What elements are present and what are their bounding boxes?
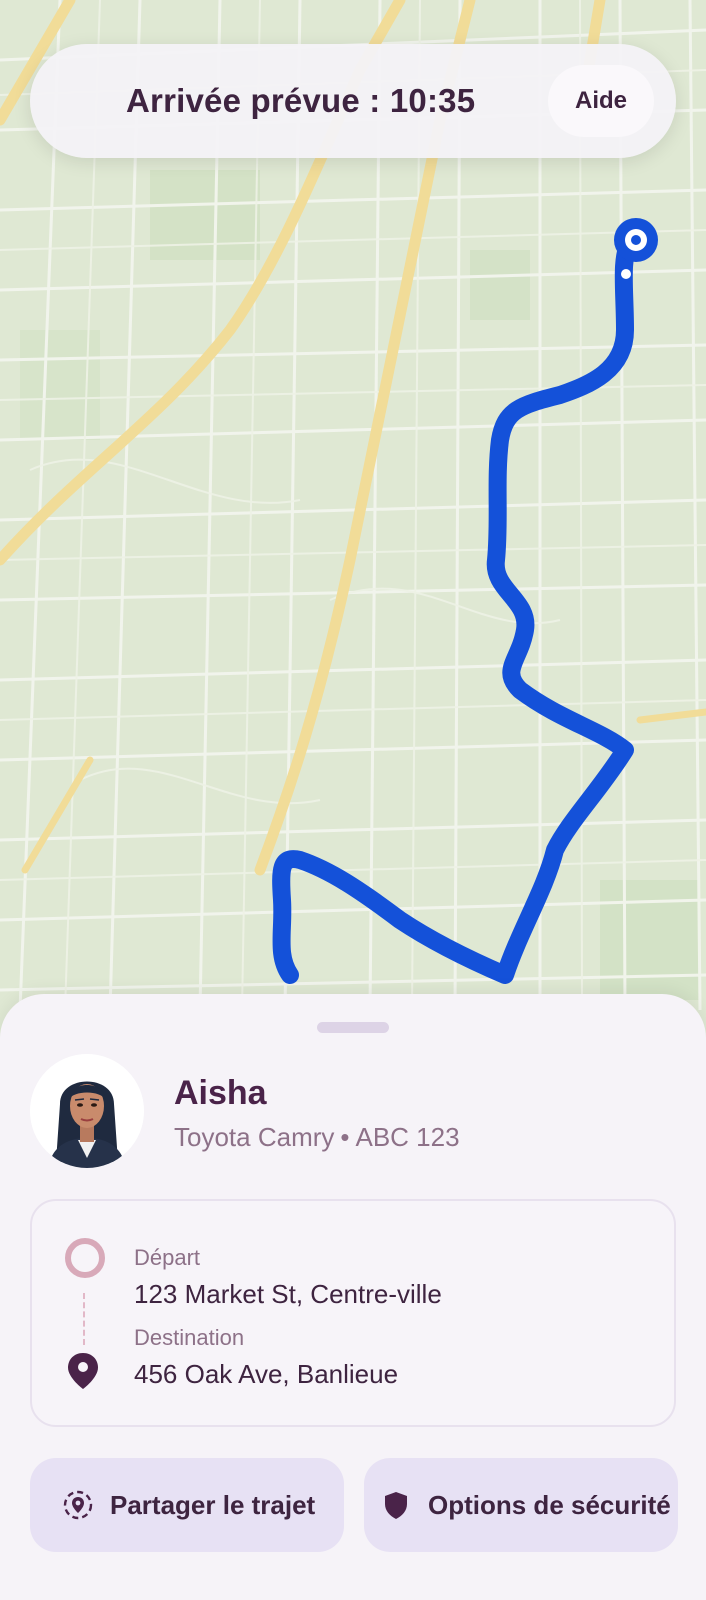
origin-circle-icon xyxy=(65,1238,105,1278)
safety-options-label: Options de sécurité xyxy=(428,1490,671,1520)
help-button[interactable]: Aide xyxy=(548,65,654,137)
driver-avatar xyxy=(30,1054,144,1168)
sheet-drag-handle[interactable] xyxy=(317,1022,389,1033)
departure-address: 123 Market St, Centre-ville xyxy=(134,1279,442,1309)
destination-label: Destination xyxy=(134,1325,245,1350)
license-plate: ABC 123 xyxy=(355,1122,460,1152)
route-connector xyxy=(83,1293,85,1345)
departure-label: Départ xyxy=(134,1245,201,1270)
share-trip-label: Partager le trajet xyxy=(110,1490,316,1520)
share-trip-button[interactable]: Partager le trajet xyxy=(30,1458,344,1552)
trip-details-card: Départ 123 Market St, Centre-ville Desti… xyxy=(30,1199,676,1427)
shield-icon xyxy=(380,1489,412,1521)
info-separator: • xyxy=(340,1122,350,1152)
location-pin-icon xyxy=(66,1351,100,1391)
vehicle-info: Toyota Camry • ABC 123 xyxy=(174,1122,460,1153)
driver-name: Aisha xyxy=(174,1074,267,1112)
eta-banner: Arrivée prévue : 10:35 Aide xyxy=(30,44,676,158)
trip-bottom-sheet: Aisha Toyota Camry • ABC 123 Départ 123 Ma… xyxy=(0,994,706,1600)
share-location-icon xyxy=(62,1489,94,1521)
ride-tracking-screen: Arrivée prévue : 10:35 Aide Aisha Toyota… xyxy=(0,0,706,1600)
eta-text: Arrivée prévue : 10:35 xyxy=(126,82,476,119)
car-model: Toyota Camry xyxy=(174,1122,335,1152)
safety-options-button[interactable]: Options de sécurité xyxy=(364,1458,678,1552)
destination-address: 456 Oak Ave, Banlieue xyxy=(134,1359,399,1389)
